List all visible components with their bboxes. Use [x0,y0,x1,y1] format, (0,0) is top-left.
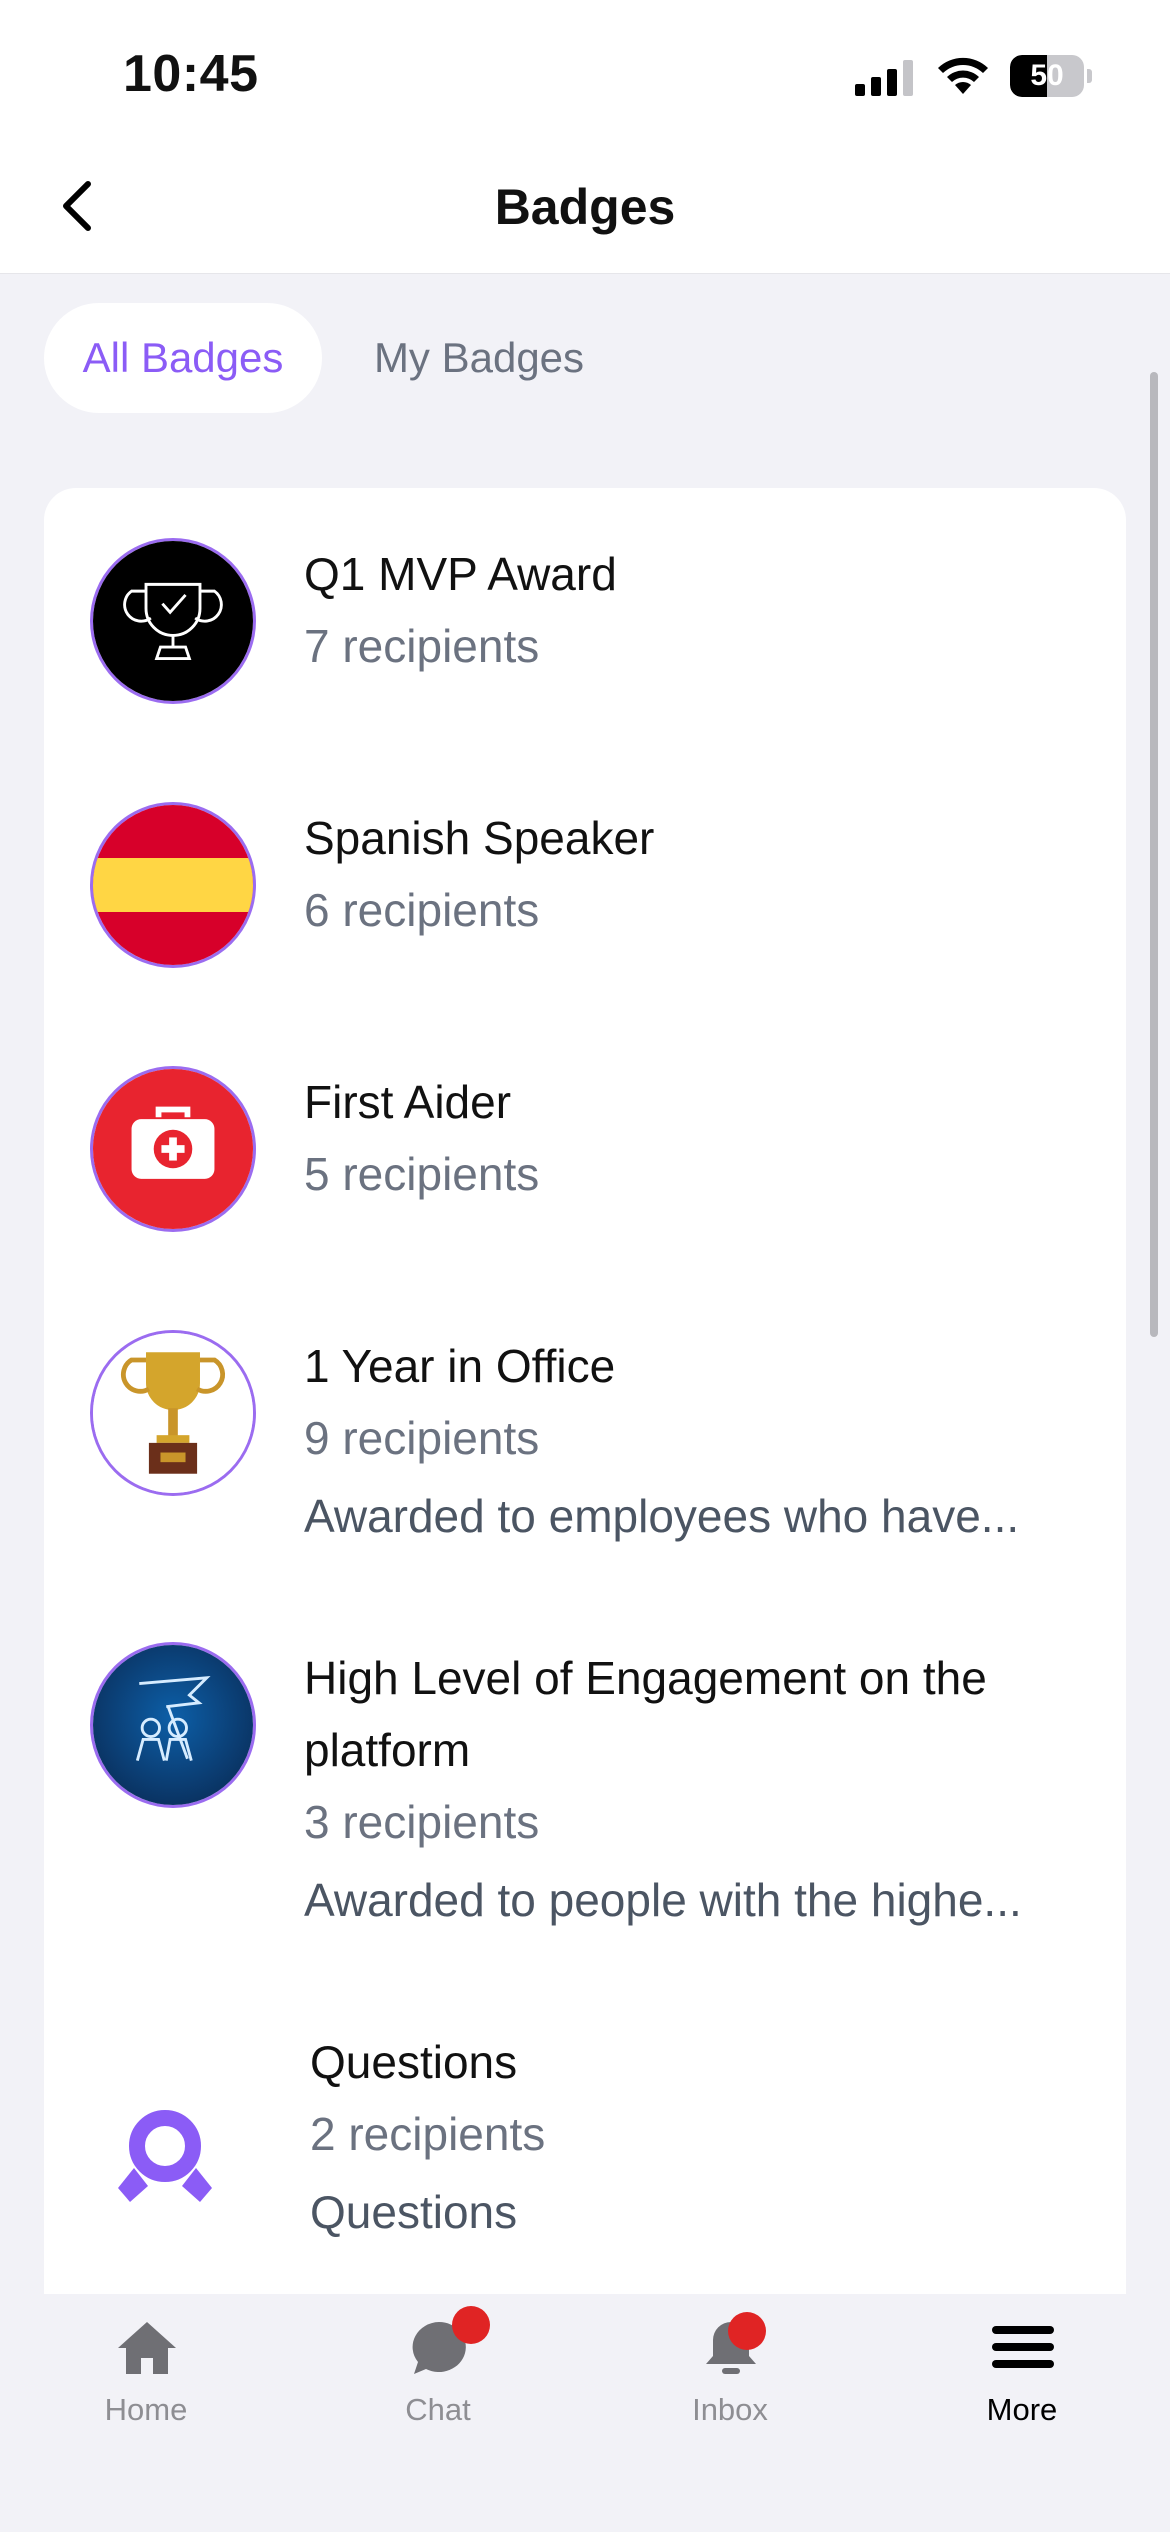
status-bar: 10:45 50 [0,0,1170,140]
award-ribbon-icon [118,2110,212,2202]
tab-home[interactable]: Home [0,2294,292,2454]
first-aid-kit-icon [90,1066,256,1232]
badge-name: Questions [310,2036,518,2088]
tab-inbox[interactable]: Inbox [584,2294,876,2454]
team-flag-icon [90,1642,256,1808]
badge-recipients: 9 recipients [304,1412,540,1464]
badge-description: Awarded to people with the highe... [304,1874,1022,1926]
navigation-bar: Badges [0,140,1170,274]
tab-more[interactable]: More [876,2294,1168,2454]
badge-recipients: 3 recipients [304,1796,540,1848]
page-title: Badges [494,179,676,235]
cellular-signal-icon [855,60,913,96]
wifi-icon [938,57,988,94]
badge-description: Questions [310,2186,518,2238]
gold-trophy-icon [90,1330,256,1496]
badge-list: Q1 MVP Award 7 recipients Spanish Speake… [44,488,1126,2328]
tab-all-badges[interactable]: All Badges [44,303,322,413]
chat-notification-dot [452,2306,490,2344]
tab-label: Home [104,2392,188,2427]
badge-recipients: 7 recipients [304,620,540,672]
tab-label: More [986,2392,1058,2427]
badge-name: Spanish Speaker [304,812,655,864]
badge-name: First Aider [304,1076,512,1128]
status-time: 10:45 [123,45,259,103]
badge-recipients: 2 recipients [310,2108,546,2160]
scrollbar[interactable] [1150,372,1158,1337]
badge-description: Awarded to employees who have... [304,1490,1020,1542]
home-icon [118,2322,176,2374]
battery-percent: 50 [1030,59,1064,92]
tab-my-badges[interactable]: My Badges [354,303,604,413]
tab-label: Inbox [692,2392,768,2427]
inbox-notification-dot [728,2312,766,2350]
battery-icon: 50 [1010,55,1092,97]
badge-name: Q1 MVP Award [304,548,617,600]
badge-recipients: 5 recipients [304,1148,540,1200]
tab-chat[interactable]: Chat [292,2294,584,2454]
badge-name: High Level of Engagement on the platform [304,1652,987,1776]
tab-label: Chat [405,2392,471,2427]
bottom-tab-bar: Home Chat Inbox More [0,2294,1170,2532]
trophy-outline-icon [90,538,256,704]
spain-flag-icon [90,802,256,968]
hamburger-menu-icon [992,2326,1054,2368]
badge-name: 1 Year in Office [304,1340,616,1392]
badge-recipients: 6 recipients [304,884,540,936]
